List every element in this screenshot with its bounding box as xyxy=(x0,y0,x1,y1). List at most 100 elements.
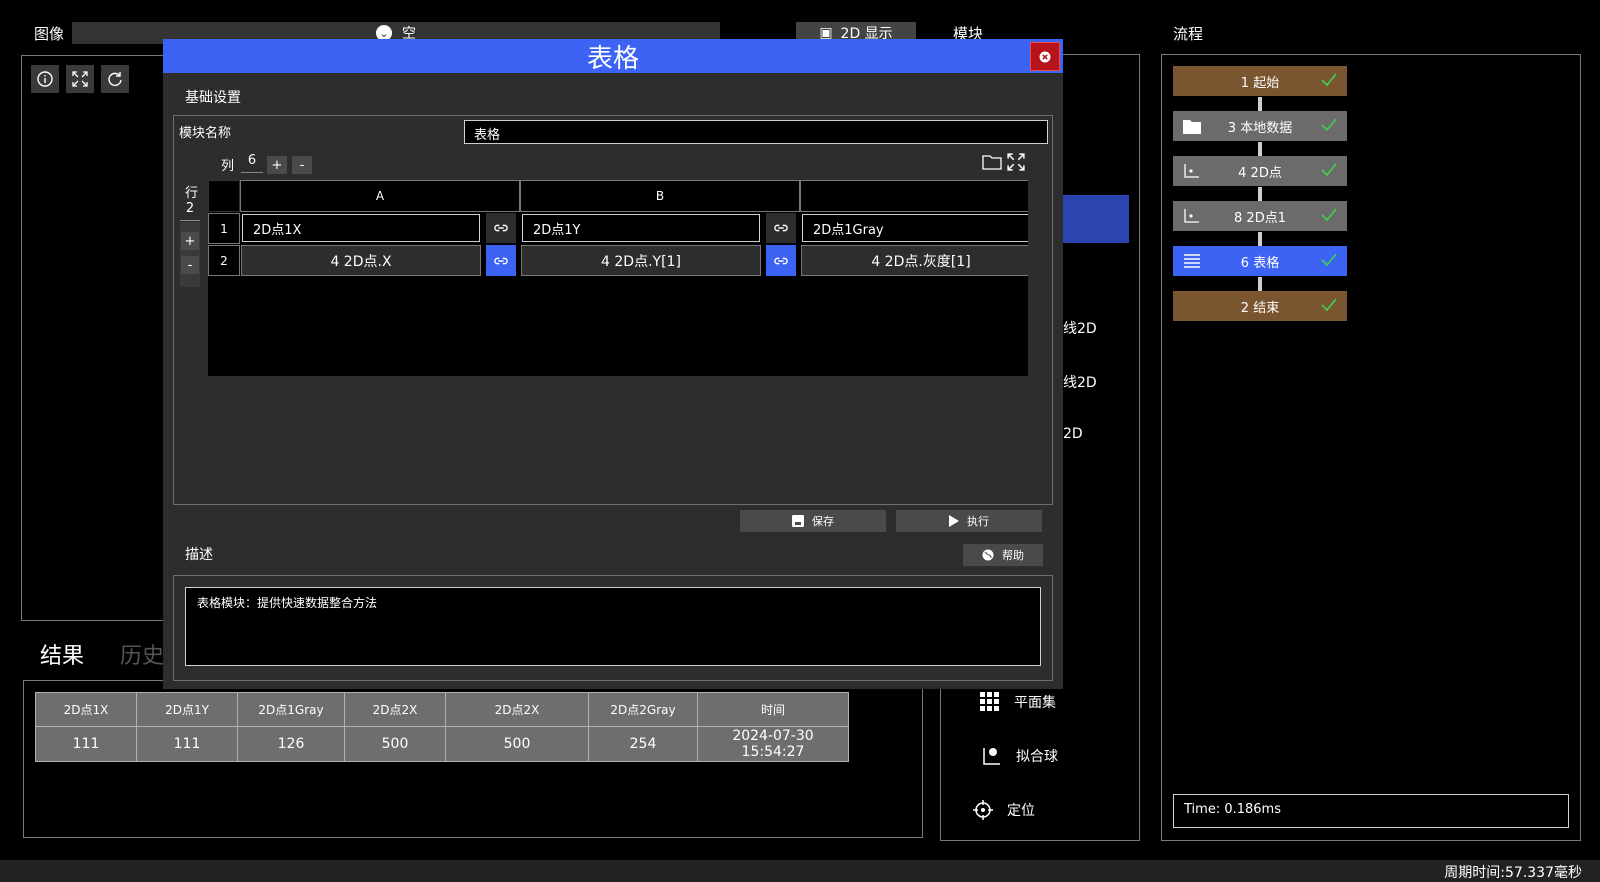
module-item-plane-set[interactable]: 平面集 xyxy=(980,692,1056,712)
link-button[interactable] xyxy=(486,213,516,243)
link-button[interactable] xyxy=(766,213,796,243)
cell-a2[interactable]: 4 2D点.X xyxy=(241,245,481,276)
table-list-icon xyxy=(1184,254,1200,268)
cell-a1[interactable]: 2D点1X xyxy=(242,214,480,242)
flow-node-start[interactable]: 1 起始 xyxy=(1173,66,1347,96)
cell-b2[interactable]: 4 2D点.Y[1] xyxy=(521,245,761,276)
flow-node-2d-point1[interactable]: 8 2D点1 xyxy=(1173,201,1347,231)
fullscreen-button[interactable] xyxy=(1007,153,1027,173)
checkmark-icon xyxy=(1321,208,1337,222)
folder-icon xyxy=(1183,120,1201,134)
fit-view-button[interactable] xyxy=(66,65,94,93)
basic-settings-label: 基础设置 xyxy=(185,90,241,106)
module-item[interactable]: 线2D xyxy=(1063,372,1097,392)
flow-node-2d-point[interactable]: 4 2D点 xyxy=(1173,156,1347,186)
row-count-display: 2 xyxy=(180,201,200,221)
grid-corner xyxy=(208,180,240,212)
history-tab[interactable]: 历史 xyxy=(120,638,164,670)
play-icon xyxy=(949,515,959,527)
link-button-active[interactable] xyxy=(486,245,516,276)
link-button-active[interactable] xyxy=(766,245,796,276)
column-header[interactable]: B xyxy=(520,180,800,212)
module-item[interactable]: 线2D xyxy=(1063,318,1097,338)
description-label: 描述 xyxy=(185,547,213,563)
results-tab[interactable]: 结果 xyxy=(40,638,84,670)
row-number: 1 xyxy=(208,213,240,244)
point-plot-icon xyxy=(1184,164,1199,178)
results-header: 2D点1Gray xyxy=(237,692,345,727)
link-icon xyxy=(774,257,788,264)
results-header: 2D点1X xyxy=(35,692,137,727)
info-icon xyxy=(37,71,53,87)
results-table: 2D点1X 2D点1Y 2D点1Gray 2D点2X 2D点2X 2D点2Gra… xyxy=(35,692,849,762)
help-button[interactable]: 帮助 xyxy=(963,544,1043,566)
flow-node-label: 1 起始 xyxy=(1240,75,1280,91)
add-row-button[interactable]: + xyxy=(181,232,199,250)
link-icon xyxy=(774,224,788,232)
crosshair-icon xyxy=(973,800,993,820)
image-panel-label: 图像 xyxy=(34,25,65,43)
column-header-label: B xyxy=(655,189,665,203)
remove-row-button[interactable]: - xyxy=(181,256,199,274)
save-icon xyxy=(792,515,804,527)
results-header: 2D点1Y xyxy=(136,692,238,727)
flow-panel-label: 流程 xyxy=(1173,25,1204,43)
cell-value: 4 2D点.灰度[1] xyxy=(871,253,971,270)
row-label: 行 xyxy=(185,186,199,201)
cell-value: 4 2D点.Y[1] xyxy=(601,253,681,270)
cycle-time: 周期时间:57.337毫秒 xyxy=(1444,865,1582,881)
info-button[interactable] xyxy=(31,65,59,93)
results-cell: 2024-07-30 15:54:27 xyxy=(697,726,849,762)
module-item-locate[interactable]: 定位 xyxy=(973,800,1035,820)
close-button[interactable] xyxy=(1030,42,1060,71)
cell-c2[interactable]: 4 2D点.灰度[1] xyxy=(801,245,1028,276)
help-label: 帮助 xyxy=(1002,549,1024,562)
status-bar: 周期时间:57.337毫秒 xyxy=(0,860,1600,882)
column-count-input[interactable]: 6 xyxy=(241,153,263,173)
results-header: 时间 xyxy=(697,692,849,727)
row-number-label: 2 xyxy=(220,253,228,268)
flow-node-label: 4 2D点 xyxy=(1238,165,1282,181)
flow-node-table[interactable]: 6 表格 xyxy=(1173,246,1347,276)
grid-icon xyxy=(980,692,999,711)
results-cell: 126 xyxy=(237,726,345,762)
module-item[interactable]: 2D xyxy=(1063,426,1083,442)
module-name-input[interactable]: 表格 xyxy=(464,120,1048,144)
results-cell: 111 xyxy=(136,726,238,762)
refresh-button[interactable] xyxy=(101,65,129,93)
run-button[interactable]: 执行 xyxy=(896,510,1042,532)
open-folder-button[interactable] xyxy=(982,153,1002,173)
results-cell: 500 xyxy=(445,726,589,762)
row-number: 2 xyxy=(208,245,240,276)
column-header[interactable]: A xyxy=(240,180,520,212)
module-item-fit-sphere[interactable]: 拟合球 xyxy=(982,746,1058,766)
add-column-button[interactable]: + xyxy=(267,156,287,174)
expand-icon xyxy=(1007,153,1025,171)
results-header: 2D点2X xyxy=(344,692,446,727)
flow-node-label: 3 本地数据 xyxy=(1227,120,1293,136)
column-label: 列 xyxy=(221,159,235,174)
remove-column-button[interactable]: - xyxy=(292,156,312,174)
dialog-title-bar[interactable]: 表格 xyxy=(163,39,1063,74)
table-module-dialog: 表格 基础设置 模块名称 表格 列 6 + - 行 2 + - A B 1 2D… xyxy=(163,39,1063,689)
save-button[interactable]: 保存 xyxy=(740,510,886,532)
module-item-selected[interactable] xyxy=(1063,195,1129,243)
checkmark-icon xyxy=(1321,73,1337,87)
flow-time-display: Time: 0.186ms xyxy=(1173,794,1569,828)
module-name-label: 模块名称 xyxy=(179,126,232,141)
link-icon xyxy=(494,224,508,232)
table-row[interactable]: 111 111 126 500 500 254 2024-07-30 15:54… xyxy=(35,726,849,762)
checkmark-icon xyxy=(1321,118,1337,132)
cell-b1[interactable]: 2D点1Y xyxy=(522,214,760,242)
column-header-label: A xyxy=(375,189,385,203)
flow-node-local-data[interactable]: 3 本地数据 xyxy=(1173,111,1347,141)
close-icon xyxy=(1039,51,1051,62)
flow-node-label: 6 表格 xyxy=(1240,255,1280,271)
description-textarea[interactable]: 表格模块：提供快速数据整合方法 xyxy=(185,587,1041,666)
flow-node-label: 8 2D点1 xyxy=(1234,210,1286,226)
cell-c1[interactable]: 2D点1Gray xyxy=(802,214,1028,242)
flow-node-end[interactable]: 2 结束 xyxy=(1173,291,1347,321)
sphere-fit-icon xyxy=(983,748,1000,765)
column-header[interactable] xyxy=(800,180,1028,212)
table-grid[interactable]: A B 1 2D点1X 2D点1Y 2D点1Gray 2 4 2D点.X 4 2 xyxy=(208,180,1028,376)
